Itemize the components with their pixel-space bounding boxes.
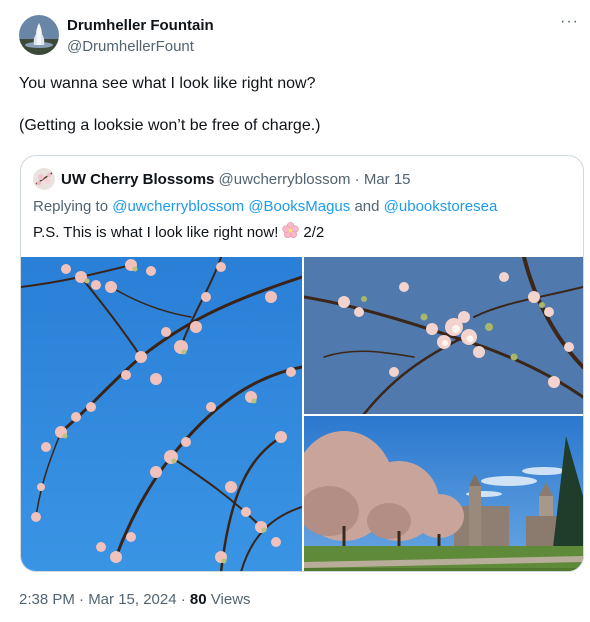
views-label: Views [210, 591, 251, 608]
quoted-text-count: 2/2 [303, 224, 325, 241]
quoted-text-main: P.S. This is what I look like right now! [33, 224, 279, 241]
mention-ubookstoresea[interactable]: @ubookstoresea [384, 198, 498, 215]
replying-to: Replying to @uwcherryblossom @BooksMagus… [33, 198, 497, 215]
quoted-tweet[interactable]: UW Cherry Blossoms @uwcherryblossom · Ma… [20, 155, 584, 572]
quoted-author-name[interactable]: UW Cherry Blossoms [61, 171, 214, 188]
mention-uwcherryblossom[interactable]: @uwcherryblossom [112, 198, 244, 215]
fountain-avatar-icon [19, 15, 59, 55]
quoted-author-handle[interactable]: @uwcherryblossom [219, 171, 351, 188]
cherry-blossom-emoji-icon [282, 222, 300, 243]
author-handle[interactable]: @DrumhellerFount [67, 38, 194, 55]
mention-booksmagus[interactable]: @BooksMagus [248, 198, 350, 215]
quoted-header: UW Cherry Blossoms @uwcherryblossom · Ma… [61, 171, 411, 188]
replying-and: and [354, 198, 380, 215]
author-avatar[interactable] [19, 15, 59, 55]
tweet-line-2: (Getting a looksie won’t be free of char… [19, 117, 321, 134]
photo-blossom-branches[interactable] [21, 257, 302, 571]
tweet-line-1: You wanna see what I look like right now… [19, 75, 316, 92]
media-grid [21, 257, 583, 571]
author-name[interactable]: Drumheller Fountain [67, 17, 214, 34]
quoted-text: P.S. This is what I look like right now!… [33, 222, 324, 243]
more-icon[interactable]: ··· [560, 13, 588, 33]
timestamp[interactable]: 2:38 PM · Mar 15, 2024 · [19, 591, 186, 608]
replying-to-label: Replying to [33, 198, 109, 215]
view-count: 80 [189, 591, 207, 608]
photo-blossom-closeup[interactable] [304, 257, 583, 414]
tweet-text: You wanna see what I look like right now… [19, 73, 569, 136]
quoted-date[interactable]: · Mar 15 [355, 171, 411, 188]
cherry-blossom-avatar-icon [33, 168, 55, 190]
tweet-footer: 2:38 PM · Mar 15, 2024 · 80 Views [19, 591, 251, 608]
quoted-author-avatar[interactable] [33, 168, 55, 190]
photo-campus-quad[interactable] [304, 416, 583, 571]
